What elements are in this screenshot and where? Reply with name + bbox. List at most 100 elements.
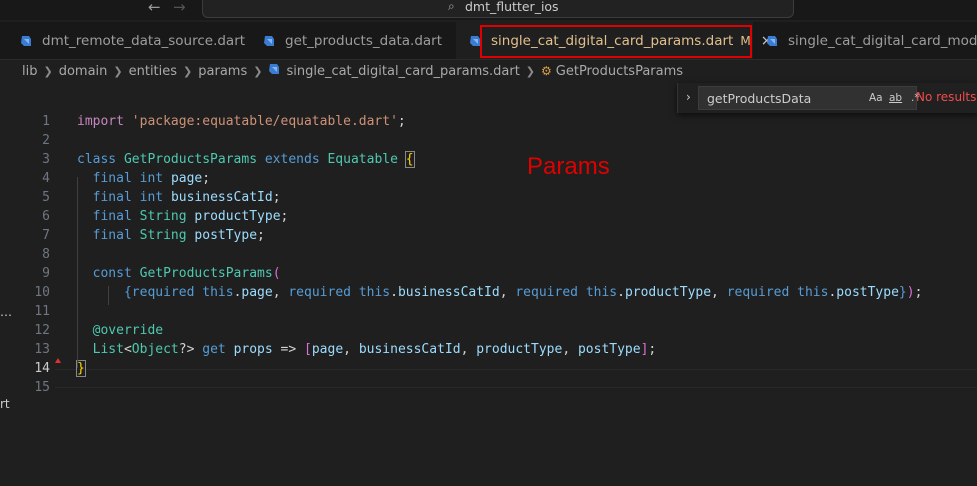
code-token: this [585,285,618,300]
indent-guide [108,286,109,305]
find-status: No results [916,90,977,104]
tab-single-cat-digital-card-model[interactable]: single_cat_digital_card_model.d [753,22,977,59]
dart-file-icon [20,35,32,47]
code-line[interactable]: 3 class GetProductsParams extends Equatab… [0,151,977,171]
code-text: @override [77,323,163,338]
code-token: this [358,285,391,300]
code-token: String [139,228,187,243]
code-token: List [92,342,124,357]
code-token: required [515,285,578,300]
code-token: businessCatId [397,285,500,300]
code-line[interactable]: 7 final String postType; [0,228,977,247]
code-line[interactable]: 4 final int page; [0,171,977,190]
search-icon: ⌕ [448,0,455,13]
code-text: {required this.page, required this.busin… [77,285,922,300]
code-line[interactable]: 6 final String productType; [0,209,977,228]
breadcrumb-item[interactable]: entities [129,64,177,79]
code-text: } [76,360,86,377]
code-token: final [92,228,132,243]
breadcrumb-item[interactable]: params [198,64,247,79]
left-edge-fragment: … [0,305,12,319]
code-token: import [77,114,124,129]
code-text: final String postType; [77,228,265,243]
forward-arrow-icon[interactable]: → [173,0,186,16]
code-line[interactable]: 9 const GetProductsParams( [0,266,977,285]
chevron-right-icon: ❯ [183,64,193,78]
indent-guide [77,177,78,368]
find-query: getProductsData [707,91,812,106]
dart-file-icon [263,35,275,47]
code-token: postType [577,342,641,357]
breadcrumb-item[interactable]: domain [59,64,108,79]
code-text: List<Object?> get props => [page, busine… [77,342,657,357]
dart-file-icon [766,35,778,47]
code-token: , [272,285,289,300]
code-token: , [343,342,359,357]
code-token: const [92,266,132,281]
code-token: ; [280,209,289,224]
tab-dmt-remote-data-source[interactable]: dmt_remote_data_source.dart [0,22,245,59]
code-token: ; [914,285,923,300]
code-token: ; [202,171,211,186]
code-token: , [711,285,727,300]
chevron-right-icon[interactable]: › [686,90,691,104]
code-text: final int page; [77,171,210,186]
code-token: , [562,342,578,357]
code-token: page [170,171,203,186]
code-line[interactable]: 5 final int businessCatId; [0,190,977,209]
title-bar: ← → ⌕ dmt_flutter_ios [0,0,977,20]
line-number: 13 [34,342,50,357]
tab-get-products-data[interactable]: get_products_data.dart [243,22,456,59]
code-line[interactable]: 11 [0,304,977,323]
code-token: required [726,285,790,300]
tab-label: get_products_data.dart [285,32,443,49]
line-number: 4 [42,171,50,186]
line-number: 5 [42,190,50,205]
find-input[interactable]: getProductsData Aa ab .* [698,86,920,110]
code-token: GetProductsParams [123,152,258,167]
code-token: this [797,285,829,300]
code-line[interactable]: 13 List<Object?> get props => [page, bus… [0,342,977,361]
code-line[interactable]: 8 [0,247,977,266]
code-line[interactable]: 12 @override [0,323,977,342]
line-number: 14 [34,361,50,376]
code-token: String [139,209,187,224]
code-token: } [898,285,907,300]
code-line[interactable]: 10 {required this.page, required this.bu… [0,285,977,304]
back-arrow-icon[interactable]: ← [148,0,161,16]
match-whole-word-toggle[interactable]: ab [889,92,902,104]
breadcrumb-item[interactable]: single_cat_digital_card_params.dart [286,64,519,79]
code-line[interactable]: 15 [0,380,977,399]
code-line[interactable]: 14} [0,360,977,380]
code-token: ; [257,228,265,243]
command-center[interactable]: ⌕ dmt_flutter_ios [202,0,794,18]
annotation-highlight-box [480,25,752,58]
breadcrumb-symbol[interactable]: GetProductsParams [556,64,683,79]
code-text: import 'package:equatable/equatable.dart… [77,114,406,129]
code-text: class GetProductsParams extends Equatabl… [77,151,415,168]
code-editor[interactable]: 1 import 'package:equatable/equatable.dar… [0,82,977,486]
code-text: final int businessCatId; [77,190,281,205]
code-line[interactable]: 1 import 'package:equatable/equatable.dar… [0,114,977,133]
code-token: int [139,190,164,205]
code-token: ; [397,114,406,129]
match-case-toggle[interactable]: Aa [869,92,883,104]
code-token: } [76,360,86,377]
breadcrumb-item[interactable]: lib [22,64,37,79]
dart-file-icon [268,63,280,79]
code-line[interactable]: 2 [0,133,977,152]
